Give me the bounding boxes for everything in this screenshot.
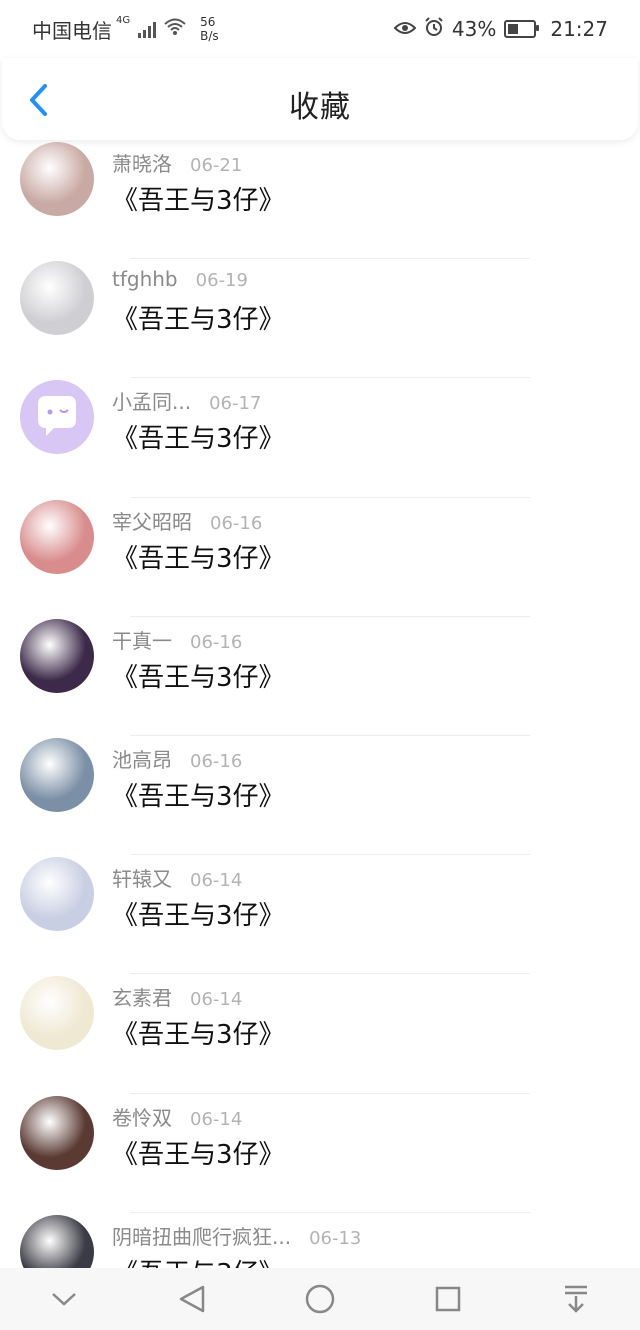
- pull-down-icon[interactable]: [556, 1279, 596, 1319]
- item-meta: 萧晓洛 06-21: [112, 148, 242, 177]
- item-title[interactable]: 《吾王与3仔》: [112, 299, 285, 336]
- user-name[interactable]: 小孟同...: [112, 386, 191, 415]
- favorite-item[interactable]: tfghhb 06-19 《吾王与3仔》: [0, 259, 640, 379]
- favorite-item[interactable]: 池高昂 06-16 《吾王与3仔》: [0, 736, 640, 856]
- item-date: 06-16: [210, 512, 263, 534]
- item-meta: 宰父昭昭 06-16: [112, 506, 262, 535]
- speed-value: 56: [200, 15, 216, 29]
- user-name[interactable]: 阴暗扭曲爬行疯狂...: [112, 1221, 291, 1250]
- user-name[interactable]: 萧晓洛: [112, 148, 172, 177]
- avatar[interactable]: [20, 261, 94, 336]
- user-name[interactable]: 卷怜双: [112, 1102, 172, 1131]
- user-name[interactable]: tfghhb: [112, 267, 178, 291]
- wifi-icon: [164, 17, 186, 41]
- avatar[interactable]: [20, 142, 94, 216]
- favorite-item[interactable]: 萧晓洛 06-21 《吾王与3仔》: [0, 140, 640, 260]
- chat-bubble-icon: [38, 396, 76, 437]
- user-name[interactable]: 轩辕又: [112, 863, 172, 892]
- home-circle-icon[interactable]: [300, 1279, 340, 1319]
- item-title[interactable]: 《吾王与3仔》: [112, 1134, 285, 1171]
- favorite-item[interactable]: 宰父昭昭 06-16 《吾王与3仔》: [0, 498, 640, 617]
- network-label: 4G: [116, 14, 131, 26]
- avatar[interactable]: [20, 1214, 94, 1268]
- battery-percent: 43%: [451, 17, 497, 41]
- item-date: 06-14: [190, 1108, 243, 1130]
- alarm-icon: [424, 16, 444, 42]
- item-title[interactable]: 《吾王与3仔》: [112, 895, 285, 932]
- favorite-item[interactable]: 玄素君 06-14 《吾王与3仔》: [0, 974, 640, 1094]
- user-name[interactable]: 干真一: [112, 625, 172, 654]
- item-date: 06-17: [209, 393, 262, 415]
- item-title[interactable]: 《吾王与3仔》: [112, 180, 285, 217]
- favorites-list: 萧晓洛 06-21 《吾王与3仔》 tfghhb 06-19 《吾王与3仔》 小孟同... 0…: [0, 140, 640, 1268]
- favorite-item[interactable]: 卷怜双 06-14 《吾王与3仔》: [0, 1094, 640, 1213]
- recent-square-icon[interactable]: [428, 1279, 468, 1319]
- speed-unit: B/s: [200, 29, 219, 43]
- item-meta: tfghhb 06-19: [112, 267, 248, 291]
- network-speed: 56 B/s: [200, 15, 219, 43]
- item-title[interactable]: 《吾王与3仔》: [112, 776, 285, 813]
- avatar[interactable]: [20, 499, 94, 574]
- item-date: 06-14: [190, 989, 243, 1011]
- eye-icon: [393, 17, 417, 41]
- avatar[interactable]: [20, 618, 94, 693]
- user-name[interactable]: 玄素君: [112, 982, 172, 1011]
- item-meta: 小孟同... 06-17: [112, 386, 261, 415]
- item-title[interactable]: 《吾王与3仔》: [112, 1253, 285, 1268]
- item-date: 06-16: [190, 631, 243, 653]
- system-nav-bar: [0, 1268, 640, 1330]
- user-name[interactable]: 宰父昭昭: [112, 506, 192, 535]
- item-title[interactable]: 《吾王与3仔》: [112, 418, 285, 455]
- favorite-item[interactable]: 阴暗扭曲爬行疯狂... 06-13 《吾王与3仔》: [0, 1213, 640, 1268]
- chevron-down-icon[interactable]: [44, 1279, 84, 1319]
- avatar[interactable]: [20, 737, 94, 812]
- favorite-item[interactable]: 小孟同... 06-17 《吾王与3仔》: [0, 378, 640, 498]
- item-title[interactable]: 《吾王与3仔》: [112, 1014, 285, 1051]
- item-meta: 轩辕又 06-14: [112, 863, 242, 892]
- avatar[interactable]: [20, 1095, 94, 1170]
- item-title[interactable]: 《吾王与3仔》: [112, 538, 285, 575]
- back-triangle-icon[interactable]: [172, 1279, 212, 1319]
- item-meta: 玄素君 06-14: [112, 982, 242, 1011]
- clock-time: 21:27: [550, 17, 608, 41]
- signal-icon: [138, 20, 157, 38]
- status-left: 中国电信 4G 56 B/s: [32, 15, 219, 44]
- status-bar: 中国电信 4G 56 B/s 43% 21:27: [0, 0, 640, 58]
- item-title[interactable]: 《吾王与3仔》: [112, 657, 285, 694]
- item-date: 06-19: [195, 270, 248, 292]
- carrier-label: 中国电信: [32, 18, 112, 43]
- item-date: 06-16: [190, 750, 243, 772]
- status-right: 43% 21:27: [393, 16, 608, 42]
- item-meta: 池高昂 06-16: [112, 744, 242, 773]
- avatar[interactable]: [20, 380, 94, 455]
- favorite-item[interactable]: 干真一 06-16 《吾王与3仔》: [0, 617, 640, 736]
- item-meta: 卷怜双 06-14: [112, 1102, 242, 1131]
- user-name[interactable]: 池高昂: [112, 744, 172, 773]
- avatar[interactable]: [20, 857, 94, 932]
- battery-icon: [504, 20, 540, 38]
- avatar[interactable]: [20, 976, 94, 1051]
- item-meta: 干真一 06-16: [112, 625, 242, 654]
- app-header: 收藏: [2, 58, 638, 140]
- item-date: 06-21: [190, 155, 243, 176]
- item-date: 06-14: [190, 870, 243, 892]
- item-meta: 阴暗扭曲爬行疯狂... 06-13: [112, 1221, 361, 1250]
- item-date: 06-13: [309, 1227, 362, 1249]
- page-title: 收藏: [289, 90, 351, 125]
- favorite-item[interactable]: 轩辕又 06-14 《吾王与3仔》: [0, 855, 640, 975]
